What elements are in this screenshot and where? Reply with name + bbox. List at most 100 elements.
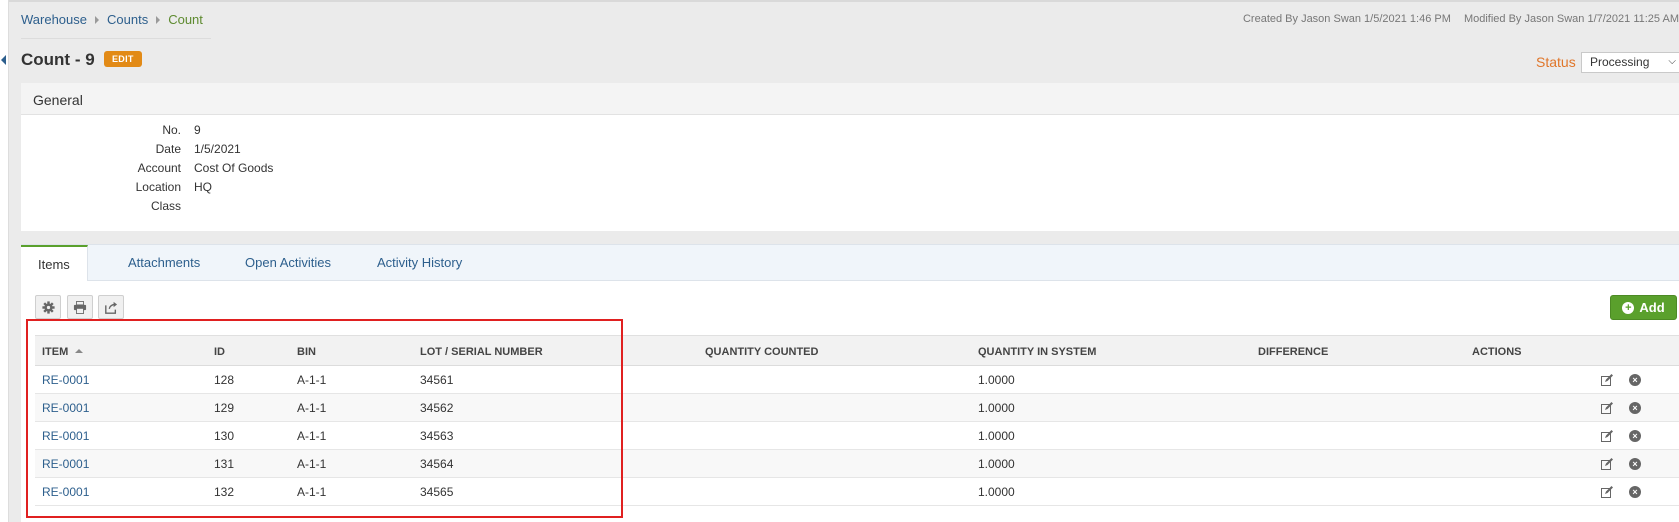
add-item-button[interactable]: + Add — [1610, 295, 1677, 320]
print-icon — [73, 300, 87, 314]
col-bin-header[interactable]: BIN — [297, 346, 316, 358]
cell-id: 129 — [214, 401, 235, 415]
page-title: Count - 9 — [21, 50, 95, 69]
modified-by-text: Modified By Jason Swan 1/7/2021 11:25 AM — [1463, 13, 1679, 25]
item-link[interactable]: RE-0001 — [42, 401, 89, 415]
field-label: Class — [150, 199, 181, 213]
top-border — [0, 0, 1679, 2]
edit-icon[interactable] — [1601, 402, 1613, 414]
cell-lot: 34563 — [420, 429, 454, 443]
table-row: RE-0001 129 A-1-1 34562 1.0000 × — [35, 394, 1679, 422]
delete-icon[interactable]: × — [1629, 430, 1641, 442]
cell-id: 130 — [214, 429, 235, 443]
cell-system: 1.0000 — [978, 485, 1015, 499]
tab-items[interactable]: Items — [21, 245, 88, 282]
field-label: Location — [135, 180, 181, 194]
plus-icon: + — [1622, 301, 1635, 314]
sort-asc-icon — [75, 349, 84, 353]
delete-icon[interactable]: × — [1629, 458, 1641, 470]
breadcrumb-separator-icon — [156, 15, 161, 24]
breadcrumb-separator-icon — [95, 15, 99, 24]
field-label: Account — [137, 161, 181, 175]
edit-icon[interactable] — [1601, 458, 1613, 470]
breadcrumb-divider — [21, 38, 211, 39]
tabs-bar: Items Attachments Open Activities Activi… — [21, 244, 1679, 282]
collapse-sidebar-icon[interactable] — [1, 55, 6, 65]
cell-lot: 34564 — [420, 457, 454, 471]
field-date: Date 1/5/2021 — [21, 142, 1679, 160]
breadcrumb-counts[interactable]: Counts — [107, 12, 148, 27]
general-panel: General No. 9 Date 1/5/2021 Account Cost… — [21, 83, 1679, 231]
col-actions-header: ACTIONS — [1472, 346, 1522, 358]
print-button[interactable] — [67, 295, 93, 319]
edit-button[interactable]: EDIT — [104, 51, 142, 67]
cell-lot: 34565 — [420, 485, 454, 499]
general-heading: General — [21, 83, 1679, 115]
col-id-header[interactable]: ID — [214, 346, 225, 358]
table-row: RE-0001 132 A-1-1 34565 1.0000 × — [35, 478, 1679, 506]
col-quantity-system-header[interactable]: QUANTITY IN SYSTEM — [978, 346, 1096, 358]
table-row: RE-0001 131 A-1-1 34564 1.0000 × — [35, 450, 1679, 478]
col-quantity-counted-header[interactable]: QUANTITY COUNTED — [705, 346, 818, 358]
field-value: Cost Of Goods — [194, 161, 274, 175]
field-no: No. 9 — [21, 123, 1679, 141]
item-link[interactable]: RE-0001 — [42, 485, 89, 499]
item-link[interactable]: RE-0001 — [42, 429, 89, 443]
cell-bin: A-1-1 — [297, 401, 327, 415]
delete-icon[interactable]: × — [1629, 402, 1641, 414]
cell-lot: 34562 — [420, 401, 454, 415]
delete-icon[interactable]: × — [1629, 374, 1641, 386]
field-location: Location HQ — [21, 180, 1679, 198]
field-value: HQ — [194, 180, 212, 194]
export-button[interactable] — [98, 295, 124, 319]
cell-bin: A-1-1 — [297, 373, 327, 387]
status-value: Processing — [1590, 55, 1650, 69]
edit-icon[interactable] — [1601, 430, 1613, 442]
created-by-text: Created By Jason Swan 1/5/2021 1:46 PM — [1242, 13, 1451, 25]
status-label: Status — [1536, 54, 1576, 70]
col-difference-header[interactable]: DIFFERENCE — [1258, 346, 1328, 358]
tab-activity-history[interactable]: Activity History — [360, 245, 479, 281]
record-meta: Created By Jason Swan 1/5/2021 1:46 PM M… — [1233, 13, 1679, 25]
cell-bin: A-1-1 — [297, 429, 327, 443]
add-label: Add — [1639, 300, 1665, 315]
grid-header: ITEM ID BIN LOT / SERIAL NUMBER QUANTITY… — [35, 335, 1679, 366]
settings-button[interactable] — [35, 295, 61, 319]
edit-icon[interactable] — [1601, 486, 1613, 498]
cell-lot: 34561 — [420, 373, 454, 387]
share-icon — [105, 301, 118, 314]
cell-system: 1.0000 — [978, 429, 1015, 443]
cell-id: 128 — [214, 373, 235, 387]
left-rail — [0, 0, 9, 522]
field-account: Account Cost Of Goods — [21, 161, 1679, 179]
gear-icon — [41, 300, 55, 314]
field-label: No. — [162, 123, 181, 137]
col-lot-header[interactable]: LOT / SERIAL NUMBER — [420, 346, 543, 358]
items-grid: ITEM ID BIN LOT / SERIAL NUMBER QUANTITY… — [35, 335, 1679, 506]
col-item-header[interactable]: ITEM — [42, 346, 84, 358]
breadcrumb-count: Count — [168, 12, 203, 27]
breadcrumb-warehouse[interactable]: Warehouse — [21, 12, 87, 27]
table-row: RE-0001 128 A-1-1 34561 1.0000 × — [35, 366, 1679, 394]
cell-system: 1.0000 — [978, 373, 1015, 387]
field-value: 1/5/2021 — [194, 142, 241, 156]
tab-attachments[interactable]: Attachments — [111, 245, 217, 281]
field-value: 9 — [194, 123, 201, 137]
status-select[interactable]: Processing ⌵ — [1581, 52, 1679, 73]
cell-system: 1.0000 — [978, 401, 1015, 415]
delete-icon[interactable]: × — [1629, 486, 1641, 498]
cell-bin: A-1-1 — [297, 485, 327, 499]
breadcrumb: Warehouse Counts Count — [21, 12, 203, 27]
cell-id: 132 — [214, 485, 235, 499]
edit-icon[interactable] — [1601, 374, 1613, 386]
field-class: Class — [21, 199, 1679, 217]
tab-open-activities[interactable]: Open Activities — [228, 245, 348, 281]
field-label: Date — [155, 142, 181, 156]
item-link[interactable]: RE-0001 — [42, 373, 89, 387]
cell-system: 1.0000 — [978, 457, 1015, 471]
cell-bin: A-1-1 — [297, 457, 327, 471]
cell-id: 131 — [214, 457, 235, 471]
table-row: RE-0001 130 A-1-1 34563 1.0000 × — [35, 422, 1679, 450]
chevron-down-icon: ⌵ — [1668, 56, 1676, 67]
item-link[interactable]: RE-0001 — [42, 457, 89, 471]
